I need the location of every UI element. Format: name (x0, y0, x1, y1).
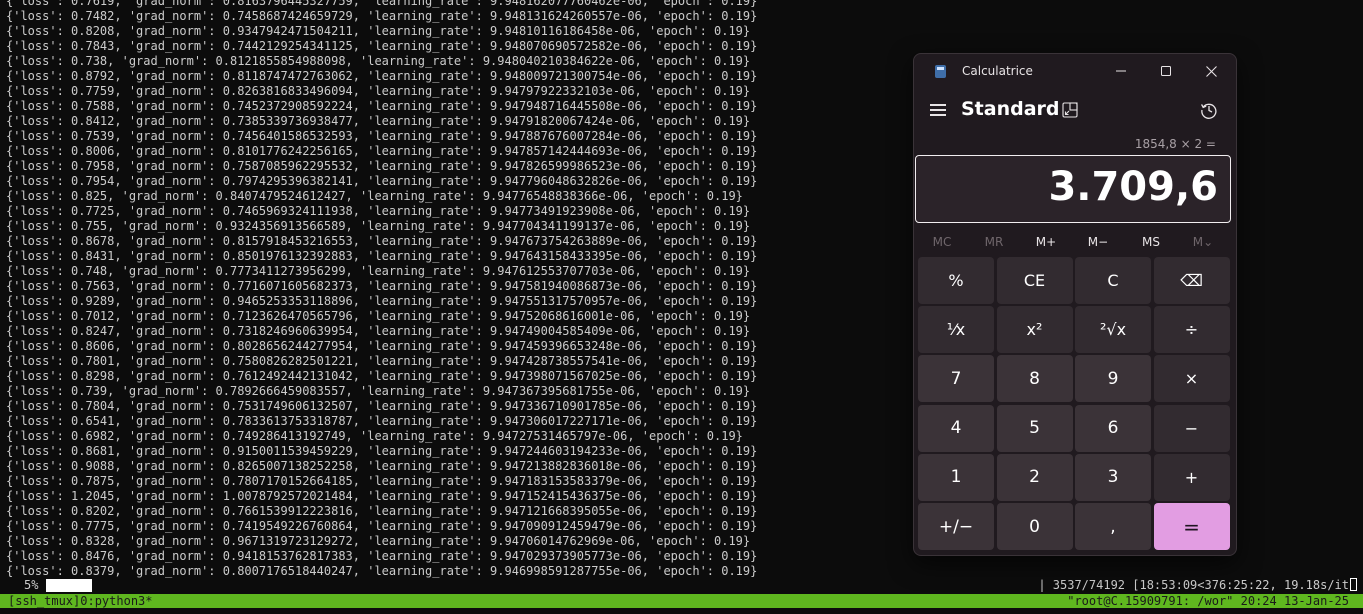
log-line: {'loss': 0.8678, 'grad_norm': 0.81579184… (6, 234, 758, 248)
log-line: {'loss': 0.9289, 'grad_norm': 0.94652533… (6, 294, 758, 308)
training-log: {'loss': 0.7619, 'grad_norm': 0.81637964… (6, 0, 757, 579)
log-line: {'loss': 0.6982, 'grad_norm': 0.74928641… (6, 429, 743, 443)
keep-on-top-icon[interactable] (1062, 102, 1078, 118)
log-line: {'loss': 0.7012, 'grad_norm': 0.71236264… (6, 309, 751, 323)
calculator-window[interactable]: Calculatrice Standard 1854,8 × 2 = 3.709… (913, 53, 1237, 556)
digit-6-key[interactable]: 6 (1075, 404, 1151, 452)
mode-title: Standard (961, 98, 1060, 120)
calculator-titlebar[interactable]: Calculatrice (914, 54, 1236, 88)
square-key[interactable]: x² (996, 306, 1073, 354)
log-line: {'loss': 0.7588, 'grad_norm': 0.74523729… (6, 99, 758, 113)
progress-row: 5% | 3537/74192 [18:53:09<376:25:22, 19.… (0, 578, 1363, 593)
log-line: {'loss': 0.8202, 'grad_norm': 0.76615399… (6, 504, 758, 518)
log-line: {'loss': 0.7804, 'grad_norm': 0.75317496… (6, 399, 758, 413)
log-line: {'loss': 0.8298, 'grad_norm': 0.76124924… (6, 369, 758, 383)
log-line: {'loss': 0.8208, 'grad_norm': 0.93479424… (6, 24, 751, 38)
maximize-button[interactable] (1143, 56, 1189, 86)
digit-4-key[interactable]: 4 (918, 404, 994, 452)
square-root-key[interactable]: ²√x (1075, 306, 1151, 354)
log-line: {'loss': 0.8006, 'grad_norm': 0.81017762… (6, 144, 758, 158)
calculator-app-title: Calculatrice (962, 64, 1033, 78)
memory-button-0[interactable]: MC (916, 232, 968, 252)
digit-2-key[interactable]: 2 (996, 453, 1073, 501)
equals-key[interactable]: = (1153, 503, 1230, 550)
result-value: 3.709,6 (1048, 164, 1218, 210)
close-button[interactable] (1188, 56, 1234, 86)
memory-button-4[interactable]: MS (1125, 232, 1177, 252)
log-line: {'loss': 0.8379, 'grad_norm': 0.80071765… (6, 564, 758, 578)
digit-9-key[interactable]: 9 (1075, 355, 1151, 403)
result-display: 3.709,6 (915, 155, 1231, 223)
log-line: {'loss': 0.7875, 'grad_norm': 0.78071701… (6, 474, 758, 488)
digit-7-key[interactable]: 7 (918, 355, 994, 403)
memory-row: MC MR M+ M− MS M⌄ (914, 232, 1236, 252)
expression-display: 1854,8 × 2 = (1134, 137, 1216, 151)
calculator-icon (935, 65, 946, 78)
hamburger-icon[interactable] (930, 104, 946, 116)
log-line: {'loss': 0.748, 'grad_norm': 0.777341127… (6, 264, 751, 278)
log-line: {'loss': 0.7775, 'grad_norm': 0.74195492… (6, 519, 758, 533)
log-line: {'loss': 0.7539, 'grad_norm': 0.74564015… (6, 129, 758, 143)
memory-button-2[interactable]: M+ (1020, 232, 1072, 252)
log-line: {'loss': 0.755, 'grad_norm': 0.932435691… (6, 219, 751, 233)
history-icon[interactable] (1200, 101, 1218, 119)
log-line: {'loss': 0.7958, 'grad_norm': 0.75870859… (6, 159, 758, 173)
progress-percent: 5% (24, 578, 39, 592)
log-line: {'loss': 0.8247, 'grad_norm': 0.73182469… (6, 324, 751, 338)
clear-entry-key[interactable]: CE (996, 257, 1073, 304)
percent-key[interactable]: % (918, 257, 994, 304)
log-line: {'loss': 0.8792, 'grad_norm': 0.81187474… (6, 69, 758, 83)
log-line: {'loss': 0.8681, 'grad_norm': 0.91500115… (6, 444, 758, 458)
progress-stats-text: | 3537/74192 [18:53:09<376:25:22, 19.18s… (1038, 578, 1349, 592)
log-line: {'loss': 0.7843, 'grad_norm': 0.74421292… (6, 39, 758, 53)
memory-button-3[interactable]: M− (1072, 232, 1124, 252)
log-line: {'loss': 0.8606, 'grad_norm': 0.80286562… (6, 339, 758, 353)
bottom-strip (0, 608, 1363, 614)
tmux-session-window[interactable]: [ssh_tmux]0:python3* (8, 594, 153, 608)
tmux-host-clock: "root@C.15909791: /wor" 20:24 13-Jan-25 (1067, 594, 1349, 608)
memory-button-1[interactable]: MR (968, 232, 1020, 252)
log-line: {'loss': 0.7563, 'grad_norm': 0.77160716… (6, 279, 758, 293)
log-line: {'loss': 0.7954, 'grad_norm': 0.79742953… (6, 174, 758, 188)
decimal-key[interactable]: , (1075, 503, 1151, 550)
memory-button-5[interactable]: M⌄ (1177, 232, 1229, 252)
log-line: {'loss': 0.7619, 'grad_norm': 0.81637964… (6, 0, 758, 8)
log-line: {'loss': 0.7801, 'grad_norm': 0.75808262… (6, 354, 758, 368)
log-line: {'loss': 0.8476, 'grad_norm': 0.94181537… (6, 549, 758, 563)
clear-key[interactable]: C (1075, 257, 1151, 304)
log-line: {'loss': 0.7759, 'grad_norm': 0.82638168… (6, 84, 751, 98)
add-key[interactable]: + (1153, 453, 1230, 501)
calculator-header: Standard (914, 94, 1236, 128)
log-line: {'loss': 0.7725, 'grad_norm': 0.74659693… (6, 204, 751, 218)
log-line: {'loss': 0.7482, 'grad_norm': 0.74586874… (6, 9, 758, 23)
minimize-icon (1116, 70, 1126, 72)
log-line: {'loss': 0.8328, 'grad_norm': 0.96713197… (6, 534, 751, 548)
multiply-key[interactable]: × (1153, 355, 1230, 403)
divide-key[interactable]: ÷ (1153, 306, 1230, 354)
progress-stats: | 3537/74192 [18:53:09<376:25:22, 19.18s… (1038, 578, 1357, 593)
reciprocal-key[interactable]: ¹⁄x (918, 306, 994, 354)
log-line: {'loss': 0.825, 'grad_norm': 0.840747952… (6, 189, 743, 203)
subtract-key[interactable]: − (1153, 404, 1230, 452)
log-line: {'loss': 1.2045, 'grad_norm': 1.00787925… (6, 489, 758, 503)
digit-0-key[interactable]: 0 (996, 503, 1073, 550)
maximize-icon (1161, 66, 1171, 76)
close-icon (1205, 65, 1217, 77)
log-line: {'loss': 0.9088, 'grad_norm': 0.82650071… (6, 459, 758, 473)
tmux-status-bar: [ssh_tmux]0:python3* "root@C.15909791: /… (0, 594, 1363, 608)
terminal-cursor (1350, 578, 1357, 591)
log-line: {'loss': 0.738, 'grad_norm': 0.812185585… (6, 54, 751, 68)
digit-3-key[interactable]: 3 (1075, 453, 1151, 501)
backspace-key[interactable]: ⌫ (1153, 257, 1230, 304)
digit-1-key[interactable]: 1 (918, 453, 994, 501)
progress-bar (46, 579, 92, 592)
minimize-button[interactable] (1098, 56, 1144, 86)
digit-8-key[interactable]: 8 (996, 355, 1073, 403)
log-line: {'loss': 0.8431, 'grad_norm': 0.85019761… (6, 249, 758, 263)
negate-key[interactable]: +/− (918, 503, 994, 550)
log-line: {'loss': 0.739, 'grad_norm': 0.789266645… (6, 384, 751, 398)
log-line: {'loss': 0.6541, 'grad_norm': 0.78336137… (6, 414, 758, 428)
log-line: {'loss': 0.8412, 'grad_norm': 0.73853397… (6, 114, 751, 128)
digit-5-key[interactable]: 5 (996, 404, 1073, 452)
